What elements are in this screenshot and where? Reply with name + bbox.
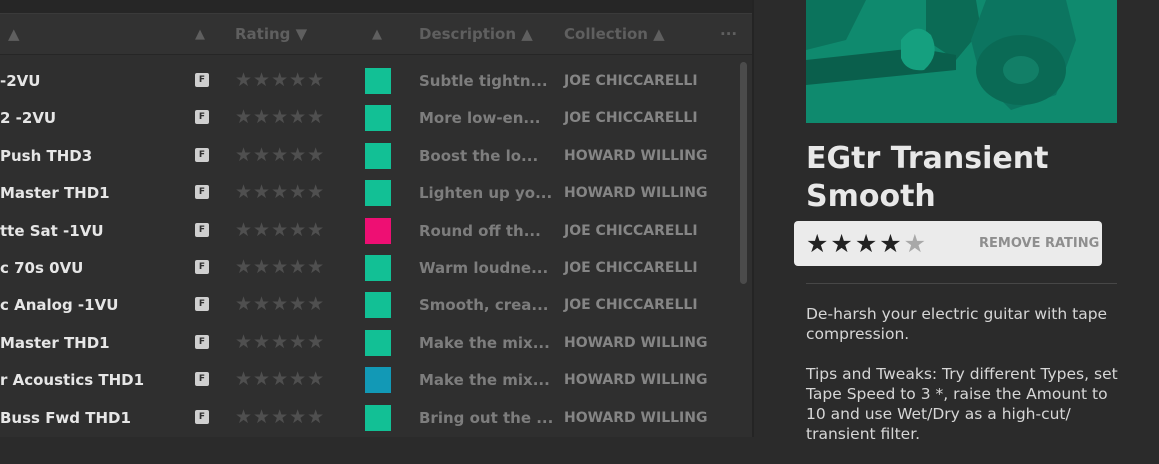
preset-title: EGtr Transient Smooth [806, 141, 1049, 214]
preset-collection: JOE CHICCARELLI [564, 259, 698, 276]
format-badge-icon: F [195, 185, 209, 200]
preset-detail-panel: EGtr Transient Smooth ★★★★★ REMOVE RATIN… [754, 0, 1159, 443]
table-row[interactable]: r Acoustics THD1 F ★★★★★ Make the mix...… [0, 362, 740, 399]
color-swatch[interactable] [365, 404, 391, 431]
rating-stars[interactable]: ★★★★★ [235, 144, 325, 166]
color-swatch[interactable] [365, 292, 391, 319]
preset-description: Make the mix... [419, 371, 550, 390]
color-swatch[interactable] [365, 329, 391, 356]
preset-description: Subtle tightn... [419, 72, 548, 90]
preset-collection: HOWARD WILLING [564, 185, 708, 202]
rating-stars[interactable]: ★★★★★ [235, 181, 325, 203]
filled-stars[interactable]: ★★★★ [806, 229, 904, 258]
color-swatch[interactable] [365, 180, 391, 207]
preset-description: Boost the lo... [419, 146, 539, 165]
color-swatch[interactable] [365, 68, 391, 94]
preset-name: -2VU [0, 72, 41, 90]
preset-name: Master THD1 [0, 333, 110, 352]
format-badge-icon: F [195, 259, 209, 274]
preset-collection: HOWARD WILLING [564, 409, 708, 426]
preset-collection: JOE CHICCARELLI [564, 297, 698, 314]
format-column-sort-icon[interactable]: ▲ [195, 27, 205, 42]
format-badge-icon: F [195, 222, 209, 237]
color-column-sort-icon[interactable]: ▲ [372, 27, 382, 42]
color-swatch[interactable] [365, 217, 391, 244]
preset-collection: JOE CHICCARELLI [564, 110, 698, 127]
table-row[interactable]: c 70s 0VU F ★★★★★ Warm loudne... JOE CHI… [0, 250, 740, 287]
preset-description: Smooth, crea... [419, 296, 549, 315]
top-strip [0, 0, 752, 14]
preset-name: c Analog -1VU [0, 296, 119, 315]
table-header: ▲ ▲ Rating ▼ ▲ Description ▲ Collection … [0, 14, 752, 55]
collection-column-header[interactable]: Collection ▲ [564, 25, 665, 43]
table-row[interactable]: Master THD1 F ★★★★★ Make the mix... HOWA… [0, 325, 740, 362]
color-swatch[interactable] [365, 367, 391, 394]
name-column-sort-icon[interactable]: ▲ [8, 25, 20, 43]
format-badge-icon: F [195, 334, 209, 349]
description-column-header[interactable]: Description ▲ [419, 25, 533, 43]
preset-collection: HOWARD WILLING [564, 372, 708, 389]
preset-rows: -2VU F ★★★★★ Subtle tightn... JOE CHICCA… [0, 63, 740, 437]
rating-stars-large[interactable]: ★★★★★ [806, 229, 928, 258]
table-row[interactable]: Buss Fwd THD1 F ★★★★★ Bring out the ... … [0, 400, 740, 437]
preset-description: Make the mix... [419, 333, 550, 352]
table-row[interactable]: tte Sat -1VU F ★★★★★ Round off th... JOE… [0, 213, 740, 250]
rating-stars[interactable]: ★★★★★ [235, 69, 325, 91]
preset-collection: HOWARD WILLING [564, 334, 708, 351]
preset-name: Buss Fwd THD1 [0, 408, 131, 427]
color-swatch[interactable] [365, 142, 391, 169]
remove-rating-button[interactable]: REMOVE RATING [979, 236, 1099, 251]
rating-stars[interactable]: ★★★★★ [235, 219, 325, 241]
preset-name: 2 -2VU [0, 109, 57, 128]
more-columns-icon[interactable]: ··· [720, 25, 737, 43]
color-swatch[interactable] [365, 254, 391, 281]
format-badge-icon: F [195, 73, 209, 87]
rating-stars[interactable]: ★★★★★ [235, 256, 325, 278]
rating-stars[interactable]: ★★★★★ [235, 331, 325, 353]
preset-description: Warm loudne... [419, 258, 549, 277]
preset-list-panel: ▲ ▲ Rating ▼ ▲ Description ▲ Collection … [0, 0, 752, 437]
format-badge-icon: F [195, 409, 209, 424]
format-badge-icon: F [195, 297, 209, 312]
preset-description: Round off th... [419, 221, 541, 240]
description-paragraph: De-harsh your electric guitar with tape … [806, 305, 1108, 343]
rating-column-header[interactable]: Rating ▼ [235, 25, 307, 43]
preset-name: c 70s 0VU [0, 258, 84, 277]
rating-stars[interactable]: ★★★★★ [235, 368, 325, 390]
section-divider [806, 283, 1117, 284]
preset-collection: JOE CHICCARELLI [564, 73, 698, 89]
preset-description: More low-en... [419, 109, 541, 128]
rating-stars[interactable]: ★★★★★ [235, 293, 325, 315]
table-row[interactable]: c Analog -1VU F ★★★★★ Smooth, crea... JO… [0, 287, 740, 324]
preset-description: Bring out the ... [419, 408, 554, 427]
preset-collection: HOWARD WILLING [564, 147, 708, 164]
rating-widget: ★★★★★ REMOVE RATING [794, 221, 1102, 266]
preset-name: tte Sat -1VU [0, 221, 104, 240]
preset-description: Lighten up yo... [419, 184, 553, 203]
format-badge-icon: F [195, 372, 209, 387]
preset-collection: JOE CHICCARELLI [564, 222, 698, 239]
rating-stars[interactable]: ★★★★★ [235, 406, 325, 428]
preset-name: r Acoustics THD1 [0, 371, 145, 390]
preset-details: De-harsh your electric guitar with tape … [806, 304, 1126, 464]
rating-stars[interactable]: ★★★★★ [235, 106, 325, 128]
tips-paragraph: Tips and Tweaks: Try different Types, se… [806, 365, 1118, 443]
guitar-artwork-image [806, 0, 1117, 123]
table-row[interactable]: Push THD3 F ★★★★★ Boost the lo... HOWARD… [0, 138, 740, 175]
format-badge-icon: F [195, 147, 209, 162]
table-row[interactable]: Master THD1 F ★★★★★ Lighten up yo... HOW… [0, 175, 740, 212]
preset-artwork [806, 0, 1117, 123]
color-swatch[interactable] [365, 105, 391, 132]
preset-name: Master THD1 [0, 184, 110, 203]
table-row[interactable]: -2VU F ★★★★★ Subtle tightn... JOE CHICCA… [0, 63, 740, 100]
format-badge-icon: F [195, 110, 209, 125]
table-row[interactable]: 2 -2VU F ★★★★★ More low-en... JOE CHICCA… [0, 100, 740, 137]
preset-name: Push THD3 [0, 146, 93, 165]
list-scrollbar[interactable] [740, 62, 747, 284]
empty-star[interactable]: ★ [904, 229, 928, 258]
